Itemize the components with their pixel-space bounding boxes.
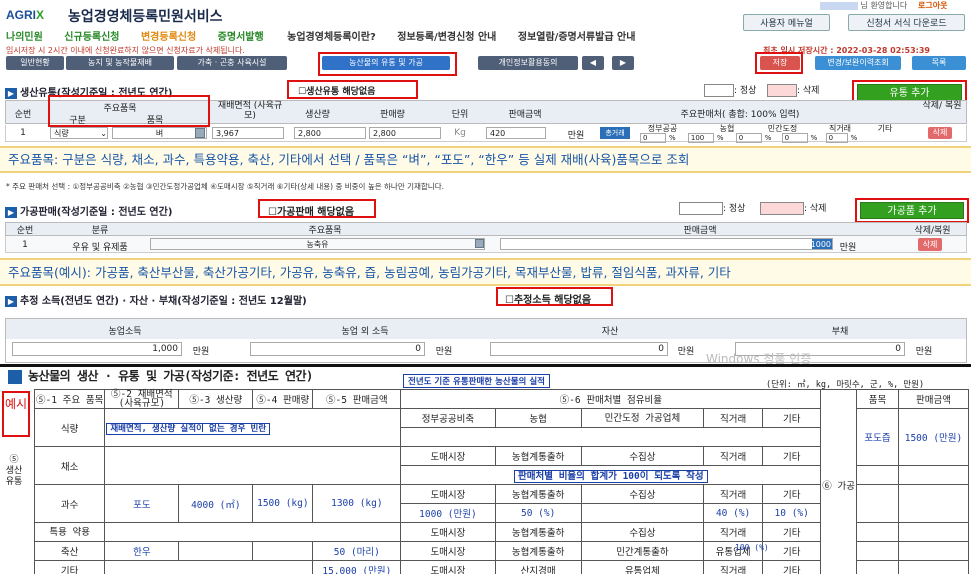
note-main-items: 주요품목: 구분은 식량, 채소, 과수, 특용약용, 축산, 기타에서 선택 … (0, 146, 971, 173)
won-label-5: 만원 (677, 347, 695, 357)
proc-table-header (5, 222, 967, 236)
side-label: ⑤ 생산 유통 (5, 455, 23, 487)
logo: AGRIX (6, 8, 45, 22)
item-field[interactable]: 벼 (112, 127, 207, 139)
col-farm-income: 농업소득 (108, 327, 142, 337)
highlight-box (48, 95, 210, 127)
tab-general[interactable]: 일반현황 (6, 56, 64, 70)
sales-field[interactable]: 2,800 (369, 127, 441, 139)
prev-arrow-icon[interactable]: ◀ (582, 56, 604, 70)
legend-delete-2: : 삭제 (760, 201, 826, 215)
prod-field[interactable]: 2,800 (294, 127, 366, 139)
area-field[interactable]: 3,967 (212, 127, 284, 139)
col-prod: 생산량 (305, 110, 330, 120)
direct-button[interactable]: 총거래 (600, 127, 630, 139)
col-area: 재배면적 (사육규모) (217, 101, 283, 121)
menu-my[interactable]: 나의민원 (6, 32, 43, 43)
sales-footnote: * 주요 판매처 선택 : ①정부공공비축 ②농협 ③민간도정가공업체 ④도매시… (6, 182, 444, 191)
col-restore-2: 삭제/복원 (914, 226, 951, 236)
form-table: ⑤-1 주요 품목 ⑤-2 재배면적 (사육규모) ⑤-3 생산량 ⑤-4 판매… (33, 389, 969, 574)
legend-normal: : 정상 (704, 83, 756, 97)
col-dist: 주요판매처( 총합: 100% 입력) (680, 110, 800, 120)
next-arrow-icon[interactable]: ▶ (612, 56, 634, 70)
tab-farmland[interactable]: 농지 및 농작물재배 (66, 56, 174, 70)
col-amount-2: 판매금액 (683, 226, 717, 236)
menu-change[interactable]: 변경등록신청 (141, 32, 196, 43)
download-form-button[interactable]: 신청서 서식 다운로드 (848, 14, 965, 31)
asset-field[interactable]: 0 (490, 342, 668, 356)
col-asset: 자산 (601, 327, 619, 337)
tab-privacy[interactable]: 개인정보활용동의 (478, 56, 578, 70)
note-processed-items: 주요품목(예시): 가공품, 축산부산물, 축산가공기타, 가공유, 농축유, … (0, 258, 971, 286)
section-title-income: ▶ 추정 소득(전년도 연간) · 자산 · 부채(작성기준일 : 전년도 12월… (5, 292, 307, 307)
menu-about[interactable]: 농업경영체등록이란? (287, 32, 376, 43)
col-restore: 삭제/ 복원 (922, 101, 962, 111)
page-title: 농업경영체등록민원서비스 (68, 9, 223, 25)
search-icon[interactable] (475, 239, 484, 248)
example-label: 예시 (2, 391, 30, 437)
col-item-2: 주요품목 (308, 226, 342, 236)
row-no: 1 (20, 128, 26, 138)
proc-amount-field[interactable]: 1000 (500, 238, 833, 250)
highlight-box (855, 198, 969, 223)
col-debt: 부채 (831, 327, 849, 337)
menu-guide1[interactable]: 정보등록/변경신청 안내 (397, 32, 496, 43)
delete-button-2[interactable]: 삭제 (918, 238, 942, 251)
highlight-box (496, 287, 613, 306)
section-title-processing: ▶ 가공판매(작성기준일 : 전년도 연간) (5, 203, 172, 218)
cow-share: 100 (%) (735, 543, 769, 552)
proc-item-field[interactable]: 농축유 (150, 238, 485, 250)
col-other-income: 농업 외 소득 (341, 327, 389, 337)
ch-values[interactable]: 0% 100% 0% 0% 0% (640, 133, 910, 143)
col-unit: 단위 (451, 110, 469, 120)
farm-income-field[interactable]: 1,000 (12, 342, 182, 356)
highlight-box (287, 80, 418, 99)
main-menu: 나의민원 신규등록신청 변경등록신청 증명서발행 농업경영체등록이란? 정보등록… (6, 28, 635, 43)
col-no-2: 순번 (16, 226, 34, 236)
list-button[interactable]: 목록 (912, 56, 966, 70)
cat-value: 우유 및 유제품 (72, 243, 128, 253)
won-label-2: 만원 (839, 243, 857, 253)
highlight-box (258, 199, 376, 218)
amount-field[interactable]: 420 (486, 127, 546, 139)
legend-delete: : 삭제 (767, 83, 819, 97)
other-income-field[interactable]: 0 (250, 342, 425, 356)
won-label-4: 만원 (435, 347, 453, 357)
menu-guide2[interactable]: 정보열람/증명서류발급 안내 (518, 32, 636, 43)
won-label-3: 만원 (192, 347, 210, 357)
history-button[interactable]: 변경/보완이력조회 (815, 56, 901, 70)
menu-cert[interactable]: 증명서발행 (218, 32, 264, 43)
col-amount: 판매금액 (508, 110, 542, 120)
search-icon[interactable] (195, 128, 205, 138)
sheet-marker (8, 370, 22, 384)
row-no-2: 1 (22, 240, 28, 250)
won-label-6: 만원 (915, 347, 933, 357)
unit-value: Kg (454, 128, 466, 138)
user-manual-button[interactable]: 사용자 메뉴얼 (743, 14, 830, 31)
temp-notice: 임시저장 시 2시간 이내에 신청완료하지 않으면 신청자료가 삭제됩니다. (6, 46, 245, 55)
chevron-down-icon: ⌄ (100, 129, 107, 138)
greeting: 님 환영합니다 (820, 0, 907, 11)
legend-normal-2: : 정상 (679, 201, 745, 215)
logout-button[interactable]: 로그아웃 (918, 0, 947, 11)
type-select[interactable]: 식량 ⌄ (50, 127, 108, 139)
tab-livestock[interactable]: 가축 · 곤충 사육시설 (177, 56, 287, 70)
col-sales: 판매량 (380, 110, 405, 120)
sheet-subtitle: 전년도 기준 유통판매한 농산물의 실적 (403, 374, 550, 388)
col-cat: 분류 (91, 226, 109, 236)
sheet-title: 농산물의 생산 · 유통 및 가공(작성기준: 전년도 연간) (28, 369, 313, 383)
highlight-box (755, 52, 803, 74)
menu-new[interactable]: 신규등록신청 (64, 32, 119, 43)
delete-button[interactable]: 삭제 (928, 127, 952, 139)
highlight-box (318, 52, 457, 76)
col-no: 순번 (14, 110, 32, 120)
won-label: 만원 (567, 131, 585, 141)
